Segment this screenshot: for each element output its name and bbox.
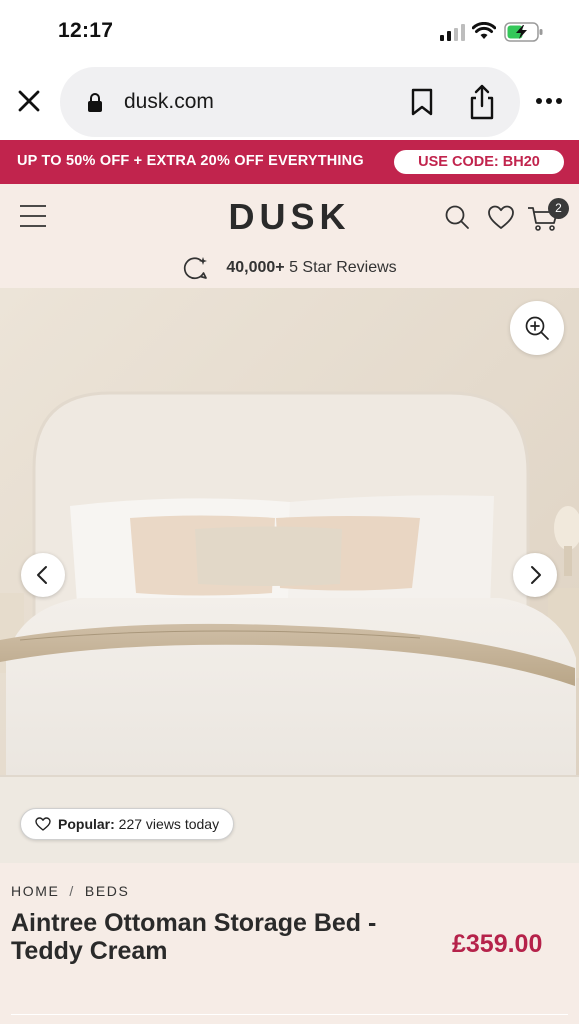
more-icon[interactable] [535,92,563,110]
product-price: £359.00 [452,930,543,958]
status-bar: 12:17 [0,0,579,62]
url-text: dusk.com [124,90,214,113]
bed-product-photo [0,288,579,863]
breadcrumb-separator: / [69,883,75,899]
cart-count-badge: 2 [548,198,569,219]
browser-toolbar: dusk.com [0,62,579,140]
popular-badge: Popular: 227 views today [20,808,235,840]
wishlist-heart-icon[interactable] [487,204,515,230]
share-icon[interactable] [468,84,496,120]
address-bar[interactable]: dusk.com [60,67,520,137]
popular-views-text: 227 views today [118,816,220,832]
heart-icon [35,817,51,831]
review-star-bubble-icon [184,257,208,280]
promo-code-text: USE CODE: BH20 [418,154,540,170]
status-time: 12:17 [58,19,114,42]
popular-label: Popular: [58,816,115,832]
bookmark-icon[interactable] [410,88,434,116]
site-header: DUSK 2 40,000+ 5 Star Reviews [0,184,579,288]
section-divider [11,1014,568,1015]
zoom-button[interactable] [510,301,564,355]
zoom-in-icon [525,316,549,340]
wifi-icon [472,22,496,39]
reviews-label: 5 Star Reviews [289,259,397,276]
product-image-gallery[interactable]: Popular: 227 views today [0,288,579,863]
reviews-strip[interactable]: 40,000+ 5 Star Reviews [0,256,579,280]
next-image-button[interactable] [513,553,557,597]
chevron-right-icon [531,566,541,584]
breadcrumb-home[interactable]: HOME [11,883,59,899]
product-title: Aintree Ottoman Storage Bed - Teddy Crea… [11,909,377,965]
breadcrumb-beds[interactable]: BEDS [85,883,130,899]
search-icon[interactable] [444,204,470,230]
promo-code-badge: USE CODE: BH20 [394,150,564,174]
product-info: HOME / BEDS Aintree Ottoman Storage Bed - … [0,863,579,1024]
lock-icon [88,93,102,112]
battery-charging-icon [504,22,543,42]
reviews-count: 40,000+ [226,259,285,276]
cellular-signal-icon [440,24,465,41]
previous-image-button[interactable] [21,553,65,597]
promo-text: UP TO 50% OFF + EXTRA 20% OFF EVERYTHING [17,153,364,169]
breadcrumb: HOME / BEDS [11,883,129,899]
chevron-left-icon [37,566,47,584]
close-icon[interactable] [16,88,42,114]
promo-banner[interactable]: UP TO 50% OFF + EXTRA 20% OFF EVERYTHING… [0,140,579,184]
